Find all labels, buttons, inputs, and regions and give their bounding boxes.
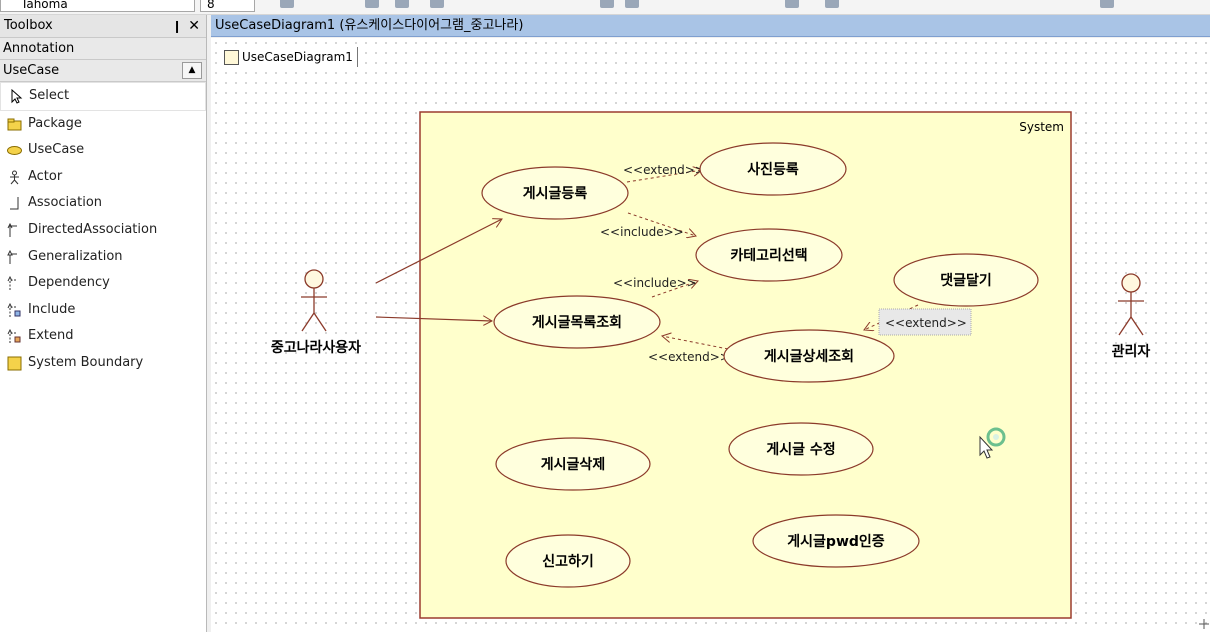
- usecase-comment[interactable]: 댓글달기: [893, 253, 1039, 307]
- usecase-diagram: System 중고나라사용자 관리자 <<extend>> <<include>…: [271, 111, 1209, 629]
- actor-admin-label: 관리자: [1112, 343, 1151, 360]
- include-category1-label: <<include>>: [600, 225, 684, 239]
- usecase-label: 게시글목록조회: [532, 315, 622, 331]
- usecase-label: 댓글달기: [940, 272, 992, 289]
- usecase-label: 게시글상세조회: [764, 349, 854, 365]
- actor-user[interactable]: [301, 269, 327, 332]
- actor-user-label: 중고나라사용자: [271, 340, 361, 356]
- usecase-label: 게시글pwd인증: [787, 533, 884, 550]
- system-label: System: [1019, 120, 1064, 134]
- actor-admin[interactable]: [1118, 273, 1144, 336]
- extend-comment-label: <<extend>>: [885, 316, 967, 330]
- usecase-post-detail[interactable]: 게시글상세조회: [723, 329, 895, 383]
- usecase-label: 게시글등록: [523, 186, 588, 202]
- usecase-post-edit[interactable]: 게시글 수정: [728, 422, 874, 476]
- usecase-label: 카테고리선택: [730, 247, 807, 264]
- extend-photo-label: <<extend>>: [623, 163, 705, 177]
- include-category2-label: <<include>>: [613, 276, 697, 290]
- usecase-post-list[interactable]: 게시글목록조회: [493, 295, 661, 349]
- usecase-label: 신고하기: [542, 553, 594, 570]
- usecase-post-pwd[interactable]: 게시글pwd인증: [752, 514, 920, 568]
- usecase-photo-register[interactable]: 사진등록: [699, 142, 847, 196]
- move-handle-icon[interactable]: [1199, 619, 1209, 629]
- usecase-report[interactable]: 신고하기: [505, 534, 631, 588]
- usecase-post-register[interactable]: 게시글등록: [481, 166, 629, 220]
- usecase-category-select[interactable]: 카테고리선택: [695, 228, 843, 282]
- usecase-label: 사진등록: [747, 161, 799, 178]
- usecase-label: 게시글삭제: [541, 457, 605, 473]
- extend-detail-label: <<extend>>: [648, 350, 730, 364]
- usecase-post-delete[interactable]: 게시글삭제: [495, 437, 651, 491]
- usecase-label: 게시글 수정: [766, 441, 835, 458]
